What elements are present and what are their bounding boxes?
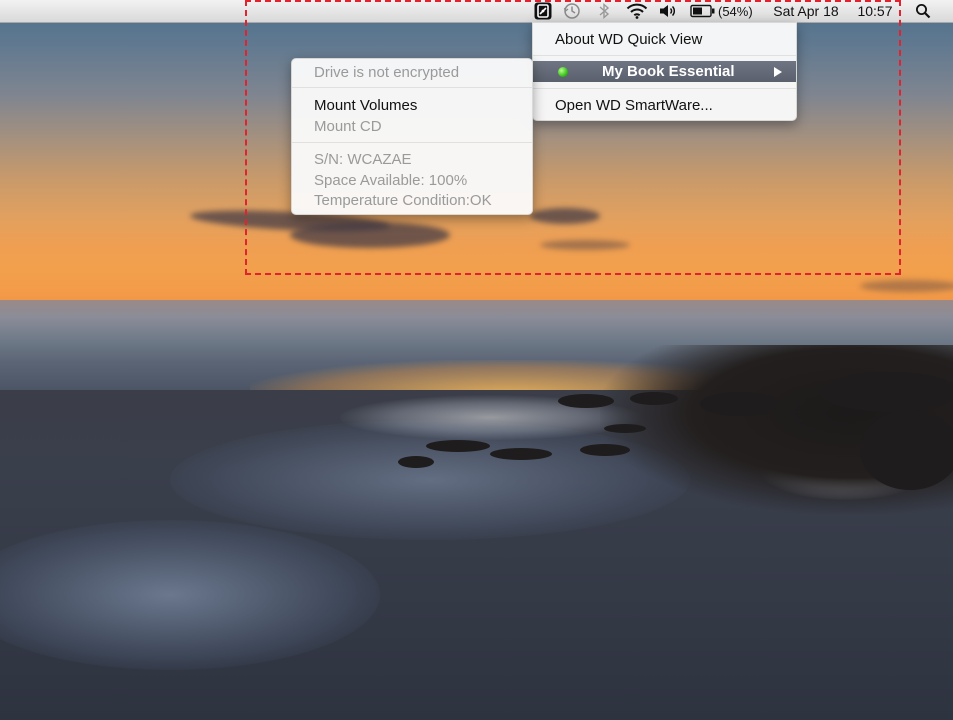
serial-number-item: S/N: WCAZAE (292, 148, 532, 170)
cloud (860, 280, 953, 292)
space-available-item: Space Available: 100% (292, 169, 532, 191)
bluetooth-menu-extra[interactable] (594, 0, 614, 22)
submenu-arrow-icon (774, 67, 782, 77)
wifi-menu-extra[interactable] (624, 0, 650, 22)
space-available-label: Space Available: 100% (314, 171, 468, 189)
rock (820, 372, 953, 412)
rock (398, 456, 434, 468)
menu-separator (533, 55, 796, 56)
my-book-essential-item[interactable]: My Book Essential (533, 61, 796, 82)
clock-time[interactable]: 10:57 (850, 0, 900, 22)
rock (558, 394, 614, 408)
encryption-status-item: Drive is not encrypted (292, 61, 532, 83)
open-wd-smartware-item[interactable]: Open WD SmartWare... (533, 94, 796, 116)
clock-date[interactable]: Sat Apr 18 (766, 0, 846, 22)
open-wd-smartware-label: Open WD SmartWare... (555, 96, 713, 114)
wd-quick-view-menu-extra[interactable] (532, 0, 554, 22)
volume-icon (660, 5, 675, 17)
wd-quick-view-menu: About WD Quick View My Book Essential Op… (532, 22, 797, 121)
drive-status-dot (558, 67, 568, 77)
encryption-status-label: Drive is not encrypted (314, 63, 460, 81)
time-label: 10:57 (857, 3, 893, 19)
about-wd-quick-view-item[interactable]: About WD Quick View (533, 28, 796, 50)
menu-bar: (54%) Sat Apr 18 10:57 (0, 0, 953, 23)
drive-submenu: Drive is not encrypted Mount Volumes Mou… (291, 58, 533, 215)
volume-menu-extra[interactable] (656, 0, 680, 22)
my-book-essential-label: My Book Essential (602, 63, 735, 80)
mount-cd-item: Mount CD (292, 115, 532, 137)
bluetooth-icon (599, 2, 610, 20)
time-machine-icon (563, 3, 580, 19)
menu-separator (292, 87, 532, 88)
cloud (540, 240, 630, 250)
time-machine-menu-extra[interactable] (560, 0, 584, 22)
mount-volumes-item[interactable]: Mount Volumes (292, 94, 532, 116)
menu-separator (533, 88, 796, 89)
battery-icon (690, 4, 715, 18)
wifi-icon (626, 3, 648, 19)
spotlight-menu-extra[interactable] (910, 0, 936, 22)
spotlight-search-icon (916, 4, 931, 19)
menu-separator (292, 142, 532, 143)
serial-number-label: S/N: WCAZAE (314, 150, 412, 168)
date-label: Sat Apr 18 (773, 3, 839, 19)
temperature-condition-item: Temperature Condition:OK (292, 189, 532, 211)
battery-menu-extra[interactable]: (54%) (690, 0, 760, 22)
rock (580, 444, 630, 456)
wd-quick-view-icon (534, 2, 552, 20)
rock (490, 448, 552, 460)
rock (630, 392, 678, 405)
mount-cd-label: Mount CD (314, 117, 382, 135)
battery-percentage: (54%) (718, 3, 753, 19)
rock (860, 410, 953, 490)
rock (700, 392, 780, 416)
cloud (290, 222, 450, 248)
mount-volumes-label: Mount Volumes (314, 96, 418, 114)
temperature-condition-label: Temperature Condition:OK (314, 191, 492, 209)
cloud (530, 208, 600, 224)
rock (426, 440, 490, 452)
about-wd-quick-view-label: About WD Quick View (555, 30, 703, 48)
rock (604, 424, 646, 433)
